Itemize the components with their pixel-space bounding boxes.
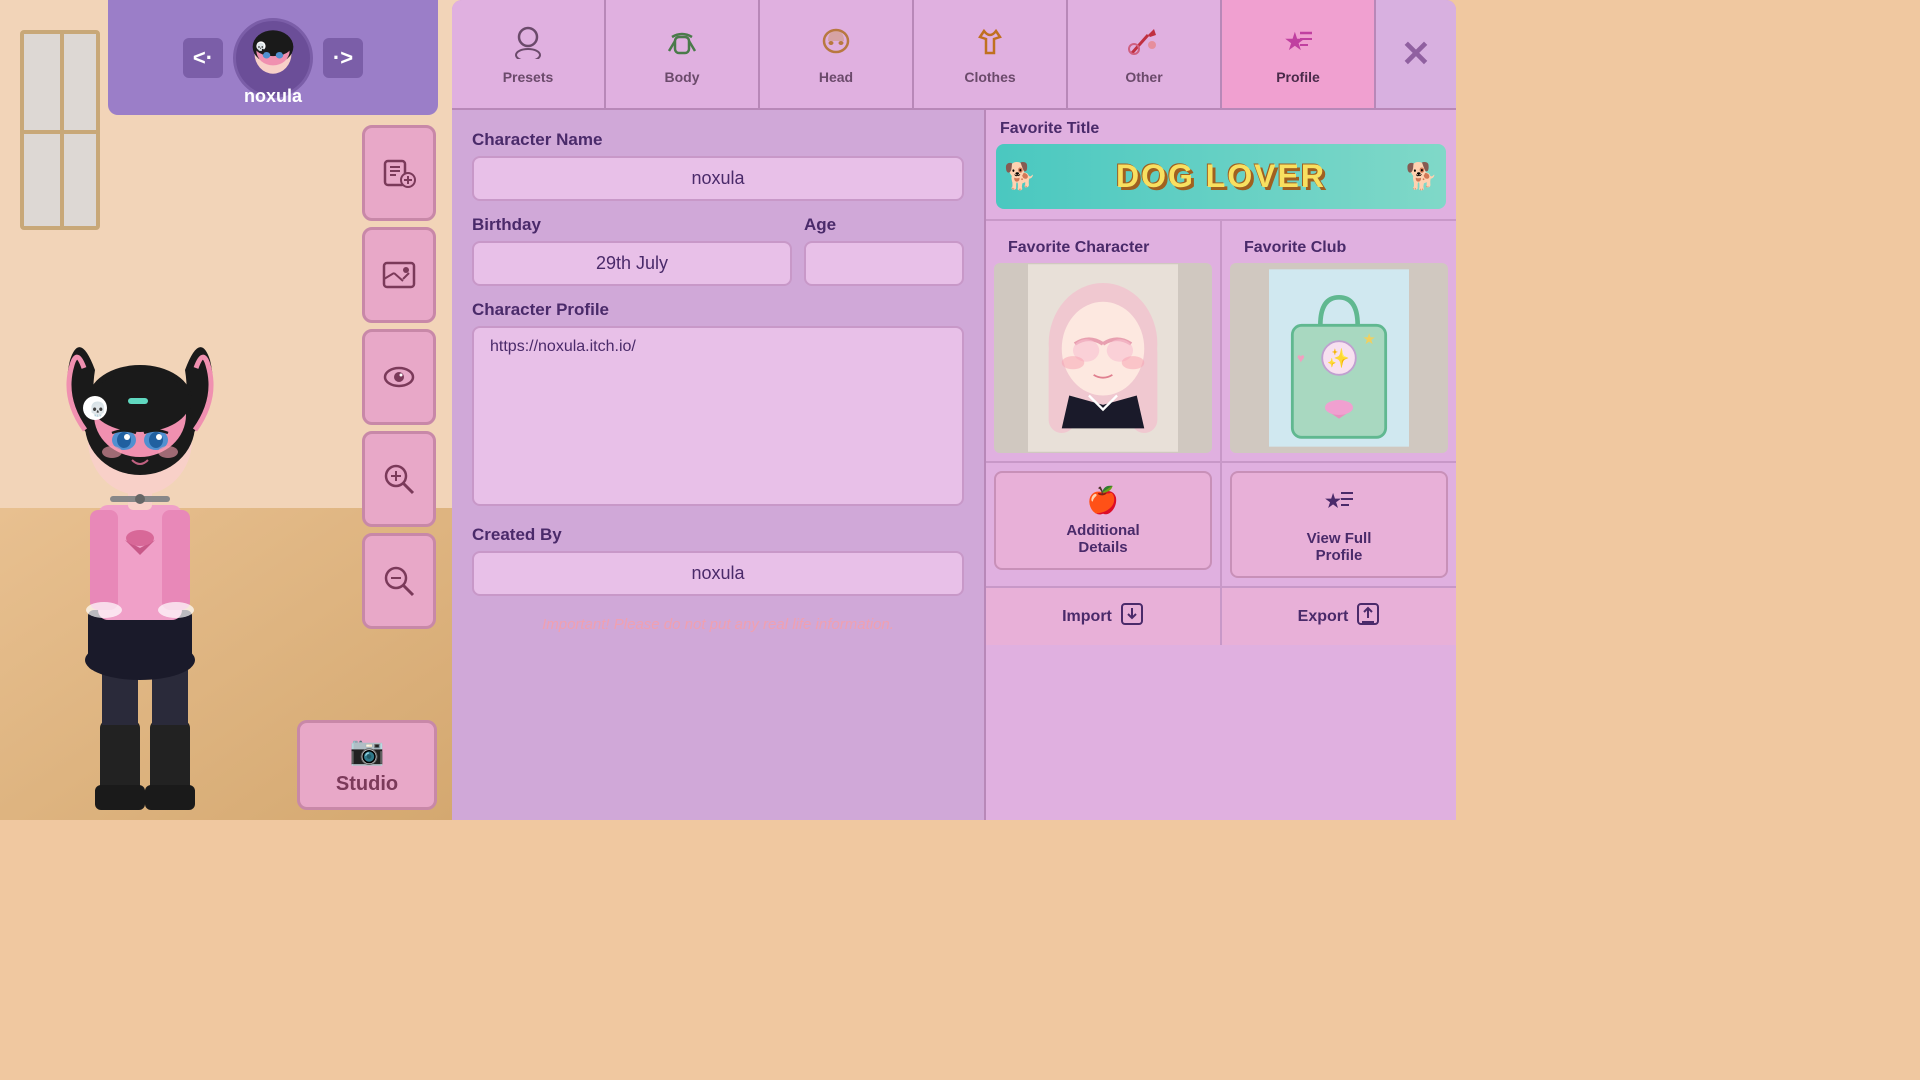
presets-icon [510, 23, 546, 65]
eye-tool[interactable] [362, 329, 436, 425]
svg-text:💀: 💀 [89, 401, 106, 418]
character-name-input[interactable] [472, 156, 964, 201]
studio-icon: 📷 [350, 734, 385, 767]
apple-icon: 🍎 [1087, 485, 1119, 516]
studio-label: Studio [336, 773, 398, 796]
head-icon [818, 23, 854, 65]
svg-text:💀: 💀 [256, 42, 265, 51]
zoom-out-tool[interactable] [362, 533, 436, 629]
birthday-input[interactable] [472, 241, 792, 286]
form-panel: Character Name Birthday Age Character Pr… [452, 110, 986, 820]
import-export-row: Import Export [986, 586, 1456, 645]
additional-details-col: 🍎 AdditionalDetails [986, 463, 1222, 586]
character-display: 💀 [30, 140, 250, 820]
tab-head[interactable]: Head [760, 0, 914, 108]
svg-text:★: ★ [1362, 331, 1375, 348]
created-by-label: Created By [472, 525, 964, 545]
presets-label: Presets [503, 69, 554, 85]
character-profile-input[interactable]: https://noxula.itch.io/ [472, 326, 964, 506]
image-tool[interactable] [362, 227, 436, 323]
character-svg: 💀 [40, 240, 240, 820]
profile-icon: ★ [1280, 23, 1316, 65]
head-label: Head [819, 69, 853, 85]
svg-text:★: ★ [1325, 491, 1342, 511]
action-buttons-section: 🍎 AdditionalDetails ★ [986, 461, 1456, 586]
created-by-input[interactable] [472, 551, 964, 596]
birthday-age-row: Birthday Age [472, 215, 964, 286]
character-profile-label: Character Profile [472, 300, 964, 320]
dog-lover-text: DOG LOVER [1116, 158, 1326, 195]
tab-bar: Presets Body Head Clothes Other [452, 0, 1456, 110]
profile-star-icon: ★ [1323, 485, 1355, 524]
body-icon [664, 23, 700, 65]
side-toolbar [362, 125, 442, 629]
favorite-club-label: Favorite Club [1230, 229, 1448, 263]
other-label: Other [1125, 69, 1162, 85]
dog-emoji-right: 🐕 [1406, 161, 1438, 192]
next-character-button[interactable]: ·> [323, 38, 363, 78]
svg-text:♥: ♥ [1297, 351, 1305, 366]
main-panel: Presets Body Head Clothes Other [452, 0, 1456, 820]
import-icon [1120, 602, 1144, 631]
age-label: Age [804, 215, 964, 235]
favorite-title-banner[interactable]: 🐕 DOG LOVER 🐕 [996, 144, 1446, 209]
profile-label: Profile [1276, 69, 1320, 85]
add-character-tool[interactable] [362, 125, 436, 221]
export-icon [1356, 602, 1380, 631]
tab-body[interactable]: Body [606, 0, 760, 108]
additional-details-button[interactable]: 🍎 AdditionalDetails [994, 471, 1212, 570]
additional-details-label: AdditionalDetails [1066, 522, 1139, 556]
clothes-icon [972, 23, 1008, 65]
tab-other[interactable]: Other [1068, 0, 1222, 108]
birthday-label: Birthday [472, 215, 792, 235]
character-selector: <· 💀 ·> noxula [108, 0, 438, 115]
close-button[interactable]: ✕ [1376, 0, 1456, 108]
favorite-character-col: Favorite Character [986, 221, 1222, 461]
favorite-title-section: Favorite Title 🐕 DOG LOVER 🐕 [986, 110, 1456, 219]
favorite-character-label: Favorite Character [994, 229, 1212, 263]
export-label: Export [1298, 608, 1349, 626]
warning-text: Important! Please do not put any real li… [472, 610, 964, 639]
character-profile-field: Character Profile https://noxula.itch.io… [472, 300, 964, 511]
clothes-label: Clothes [964, 69, 1015, 85]
info-panel: Favorite Title 🐕 DOG LOVER 🐕 Favorite Ch… [986, 110, 1456, 820]
tab-clothes[interactable]: Clothes [914, 0, 1068, 108]
character-name-field: Character Name [472, 130, 964, 201]
import-button[interactable]: Import [986, 588, 1222, 645]
tab-profile[interactable]: ★ Profile [1222, 0, 1376, 108]
view-full-profile-col: ★ View FullProfile [1222, 463, 1456, 586]
export-button[interactable]: Export [1222, 588, 1456, 645]
dog-emoji-left: 🐕 [1004, 161, 1036, 192]
favorite-character-image[interactable] [994, 263, 1212, 453]
prev-character-button[interactable]: <· [183, 38, 223, 78]
svg-text:✨: ✨ [1327, 348, 1350, 369]
other-icon [1126, 23, 1162, 65]
age-input[interactable] [804, 241, 964, 286]
favorite-title-label: Favorite Title [986, 110, 1456, 144]
close-icon: ✕ [1401, 36, 1431, 72]
favorite-club-image[interactable]: ✨ ★ ♥ [1230, 263, 1448, 453]
created-by-field: Created By [472, 525, 964, 596]
zoom-in-tool[interactable] [362, 431, 436, 527]
view-full-profile-label: View FullProfile [1307, 530, 1372, 564]
birthday-field: Birthday [472, 215, 792, 286]
age-field: Age [804, 215, 964, 286]
body-label: Body [665, 69, 700, 85]
character-name-label: Character Name [472, 130, 964, 150]
character-name-display: noxula [108, 86, 438, 107]
content-area: Character Name Birthday Age Character Pr… [452, 110, 1456, 820]
import-label: Import [1062, 608, 1112, 626]
tab-presets[interactable]: Presets [452, 0, 606, 108]
favorite-char-club-section: Favorite Character [986, 219, 1456, 461]
favorite-club-col: Favorite Club ✨ ★ [1222, 221, 1456, 461]
view-full-profile-button[interactable]: ★ View FullProfile [1230, 471, 1448, 578]
studio-button[interactable]: 📷 Studio [297, 720, 437, 810]
